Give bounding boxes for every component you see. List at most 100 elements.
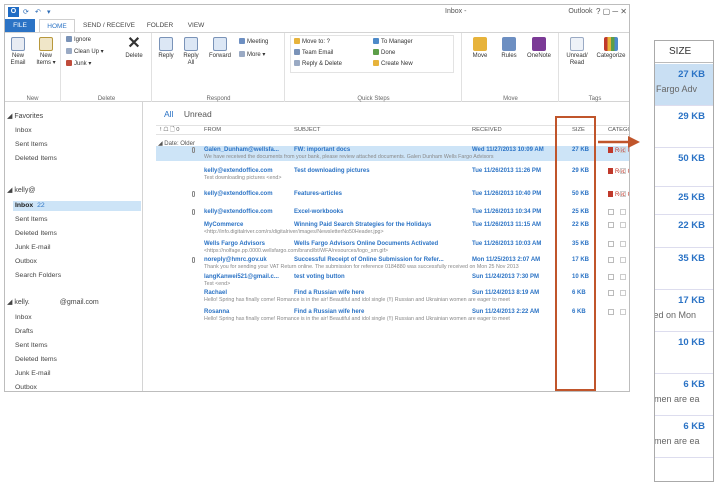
more-respond-button[interactable]: More ▾ xyxy=(239,51,265,59)
message-subject: test voting button xyxy=(294,274,345,280)
account1-search-folders[interactable]: Search Folders xyxy=(13,271,141,281)
tab-view[interactable]: VIEW xyxy=(181,19,211,32)
category-box-icon[interactable] xyxy=(608,309,614,315)
flag-icon[interactable] xyxy=(620,209,626,215)
category-box-icon[interactable] xyxy=(608,257,614,263)
account2-drafts[interactable]: Drafts xyxy=(13,327,141,337)
clean-up-button[interactable]: Clean Up ▾ xyxy=(66,48,104,56)
more-icon xyxy=(239,51,245,57)
account1-junk-email[interactable]: Junk E-mail xyxy=(13,243,141,253)
customize-quick-access-icon[interactable]: ▾ xyxy=(47,8,56,16)
forward-button[interactable]: Forward xyxy=(205,37,235,60)
favorites-heading[interactable]: ◢ Favorites xyxy=(7,112,43,120)
account2-deleted-items[interactable]: Deleted Items xyxy=(13,355,141,365)
account2-heading[interactable]: ◢ kelly. @gmail.com xyxy=(7,298,99,306)
column-icons[interactable]: ! ☖ 🗋 0 xyxy=(160,126,180,135)
new-items-button[interactable]: New Items ▾ xyxy=(33,37,59,67)
filter-unread[interactable]: Unread xyxy=(184,109,212,119)
flag-icon[interactable] xyxy=(620,168,626,174)
delete-button[interactable]: ✕ Delete xyxy=(120,36,148,60)
category-box-icon[interactable] xyxy=(608,222,614,228)
onenote-button[interactable]: OneNote xyxy=(523,37,555,60)
create-new-icon xyxy=(373,60,379,66)
account2-junk-email[interactable]: Junk E-mail xyxy=(13,369,141,379)
message-received: Sun 11/24/2013 8:19 AM xyxy=(472,290,540,296)
favorites-sent-items[interactable]: Sent Items xyxy=(13,140,141,150)
meeting-button[interactable]: Meeting xyxy=(239,38,268,46)
group-move: Move Rules OneNote Move xyxy=(463,33,559,103)
column-subject[interactable]: SUBJECT xyxy=(294,126,320,135)
window-title: Inbox - Outlook xyxy=(445,8,593,15)
message-from: langKanwei521@gmail.c... xyxy=(204,274,279,280)
flag-icon[interactable] xyxy=(620,241,626,247)
ignore-button[interactable]: Ignore xyxy=(66,36,91,44)
column-categories[interactable]: CATEGORIES xyxy=(608,126,629,135)
group-tags: Unread/ Read Categorize Tags xyxy=(560,33,629,103)
message-received: Mon 11/25/2013 2:07 AM xyxy=(472,257,541,263)
account1-inbox[interactable]: Inbox 22 xyxy=(13,201,141,211)
category-box-icon[interactable] xyxy=(608,209,614,215)
clean-up-icon xyxy=(66,48,72,54)
flag-icon[interactable] xyxy=(620,274,626,280)
flag-icon[interactable] xyxy=(620,290,626,296)
account1-deleted-items[interactable]: Deleted Items xyxy=(13,229,141,239)
zoom-size-value: 25 KB xyxy=(678,192,705,203)
attachment-icon xyxy=(192,257,195,263)
unread-envelope-icon xyxy=(570,37,584,51)
rules-button[interactable]: Rules xyxy=(496,37,522,60)
junk-button[interactable]: Junk ▾ xyxy=(66,60,91,68)
zoom-size-value: 50 KB xyxy=(678,153,705,164)
favorites-deleted-items[interactable]: Deleted Items xyxy=(13,154,141,164)
unread-read-button[interactable]: Unread/ Read xyxy=(562,37,592,67)
quickstep-to-manager[interactable]: To Manager xyxy=(373,38,413,46)
window-controls[interactable]: ? ▢ ─ ✕ xyxy=(596,7,627,16)
junk-icon xyxy=(66,60,72,66)
quickstep-reply-delete[interactable]: Reply & Delete xyxy=(294,60,342,68)
new-email-button[interactable]: New Email xyxy=(7,37,29,67)
category-red[interactable]: Red Category xyxy=(608,191,629,198)
category-red[interactable]: Red Category xyxy=(608,168,629,175)
send-receive-icon[interactable]: ⟳ xyxy=(23,8,32,16)
move-button[interactable]: Move xyxy=(467,37,493,60)
filter-all[interactable]: All xyxy=(164,109,173,119)
message-received: Tue 11/26/2013 11:26 PM xyxy=(472,168,541,174)
flag-icon[interactable] xyxy=(620,191,626,197)
account2-sent-items[interactable]: Sent Items xyxy=(13,341,141,351)
flag-icon[interactable] xyxy=(620,257,626,263)
quickstep-move-to[interactable]: Move to: ? xyxy=(294,38,330,46)
flag-icon[interactable] xyxy=(620,309,626,315)
favorites-inbox[interactable]: Inbox xyxy=(13,126,141,136)
quickstep-create-new[interactable]: Create New xyxy=(373,60,413,68)
unread-count: 22 xyxy=(37,202,45,209)
zoom-preview-fragment: omen are ea xyxy=(654,394,700,404)
message-from: Galen_Dunham@wellsfa... xyxy=(204,147,279,153)
reply-button[interactable]: Reply xyxy=(155,37,177,60)
category-box-icon[interactable] xyxy=(608,274,614,280)
message-received: Tue 11/26/2013 10:34 PM xyxy=(472,209,542,215)
quickstep-done[interactable]: Done xyxy=(373,49,395,57)
category-box-icon[interactable] xyxy=(608,241,614,247)
tab-send-receive[interactable]: SEND / RECEIVE xyxy=(81,19,137,32)
category-red[interactable]: Red Category xyxy=(608,147,629,154)
undo-icon[interactable]: ↶ xyxy=(35,8,44,16)
category-box-icon[interactable] xyxy=(608,290,614,296)
column-received[interactable]: RECEIVED xyxy=(472,126,502,135)
account1-heading[interactable]: ◢ kelly@ xyxy=(7,186,35,194)
message-subject: Excel-workbooks xyxy=(294,209,344,215)
tab-home[interactable]: HOME xyxy=(39,19,75,32)
quick-steps-gallery: Move to: ? Team Email Reply & Delete To … xyxy=(290,35,454,73)
message-subject: Test downloading pictures xyxy=(294,168,370,174)
team-email-icon xyxy=(294,49,300,55)
account2-inbox[interactable]: Inbox xyxy=(13,313,141,323)
column-from[interactable]: FROM xyxy=(204,126,221,135)
account1-sent-items[interactable]: Sent Items xyxy=(13,215,141,225)
account1-outbox[interactable]: Outbox xyxy=(13,257,141,267)
quickstep-team-email[interactable]: Team Email xyxy=(294,49,333,57)
reply-all-button[interactable]: Reply All xyxy=(180,37,202,67)
tab-file[interactable]: FILE xyxy=(5,19,35,32)
zoom-preview-fragment: omen are ea xyxy=(654,436,700,446)
account2-outbox[interactable]: Outbox xyxy=(13,383,141,391)
flag-icon[interactable] xyxy=(620,222,626,228)
categorize-button[interactable]: Categorize xyxy=(593,37,629,60)
tab-folder[interactable]: FOLDER xyxy=(143,19,177,32)
